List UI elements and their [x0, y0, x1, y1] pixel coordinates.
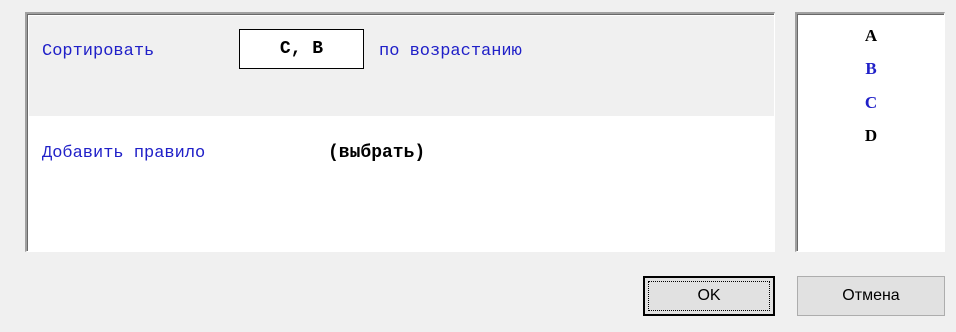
cancel-button[interactable]: Отмена [797, 276, 945, 316]
ok-button-label: OK [697, 287, 721, 304]
sort-rules-panel: Сортировать C, B по возрастанию Добавить… [25, 12, 775, 252]
sort-direction-toggle[interactable]: по возрастанию [379, 42, 522, 61]
column-item-b[interactable]: B [797, 59, 945, 79]
sort-rule-row[interactable]: Сортировать C, B по возрастанию [29, 16, 774, 116]
column-item-a[interactable]: A [797, 26, 945, 46]
add-rule-link[interactable]: Добавить правило [42, 144, 205, 163]
add-rule-choose[interactable]: (выбрать) [328, 143, 425, 163]
columns-list[interactable]: A B C D [795, 12, 945, 252]
sort-columns-field[interactable]: C, B [239, 29, 364, 69]
column-item-d[interactable]: D [797, 126, 945, 146]
sort-dialog: Сортировать C, B по возрастанию Добавить… [0, 0, 956, 332]
column-item-c[interactable]: C [797, 93, 945, 113]
ok-button[interactable]: OK [643, 276, 775, 316]
sort-label[interactable]: Сортировать [42, 42, 154, 61]
